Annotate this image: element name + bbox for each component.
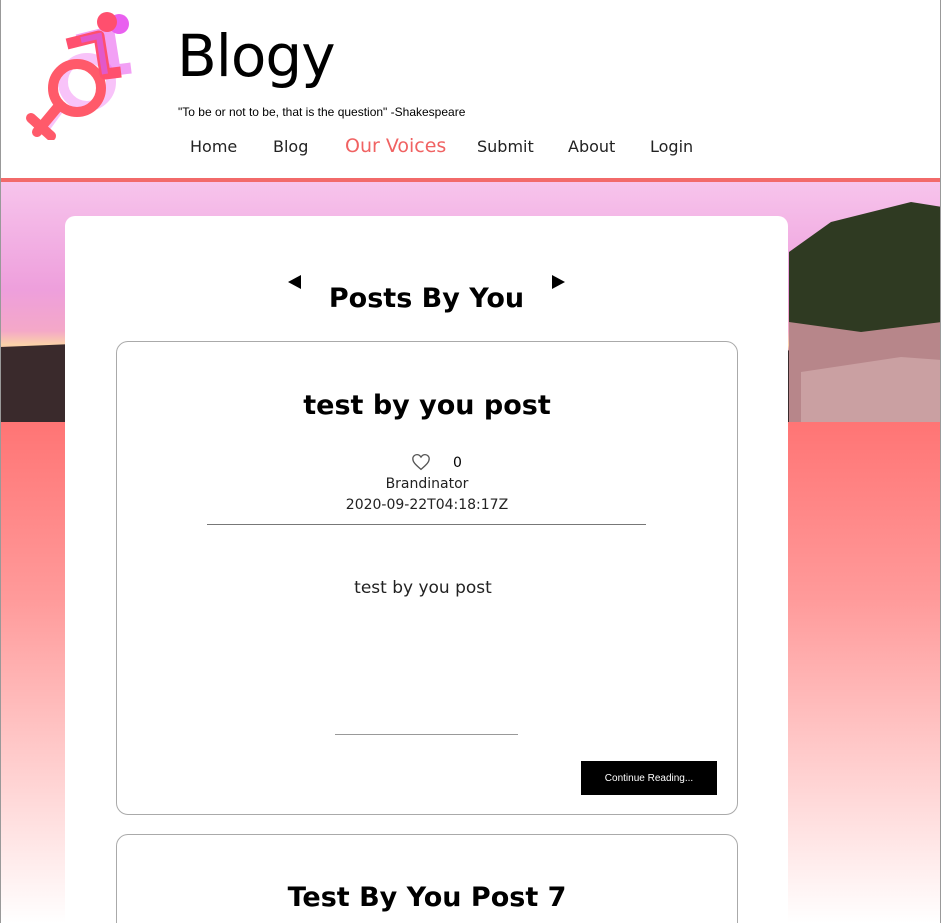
post-excerpt: test by you post [354, 578, 492, 598]
nav-about[interactable]: About [568, 137, 615, 156]
site-tagline: "To be or not to be, that is the questio… [178, 105, 466, 119]
nav-home[interactable]: Home [190, 137, 237, 156]
site-title[interactable]: Blogy [177, 22, 336, 90]
post-card: Test By You Post 7 [116, 834, 738, 923]
continue-reading-button[interactable]: Continue Reading... [581, 761, 717, 795]
post-title[interactable]: test by you post [117, 390, 737, 421]
like-count: 0 [453, 455, 462, 471]
section-title: Posts By You [328, 283, 525, 314]
nav-login[interactable]: Login [650, 137, 693, 156]
nav-our-voices[interactable]: Our Voices [345, 135, 446, 157]
site-header: Blogy "To be or not to be, that is the q… [0, 0, 941, 178]
nav-blog[interactable]: Blog [273, 137, 308, 156]
main-nav: Home Blog Our Voices Submit About Login [1, 135, 941, 163]
divider [207, 524, 646, 525]
post-card: test by you post 0 Brandinator 2020-09-2… [116, 341, 738, 815]
triangle-right-icon[interactable] [552, 275, 565, 289]
logo-icon[interactable] [19, 10, 139, 140]
heart-icon[interactable] [411, 453, 431, 471]
post-title[interactable]: Test By You Post 7 [117, 882, 737, 913]
post-date: 2020-09-22T04:18:17Z [345, 497, 509, 513]
divider [335, 734, 518, 735]
post-author: Brandinator [385, 476, 469, 492]
nav-submit[interactable]: Submit [477, 137, 534, 156]
